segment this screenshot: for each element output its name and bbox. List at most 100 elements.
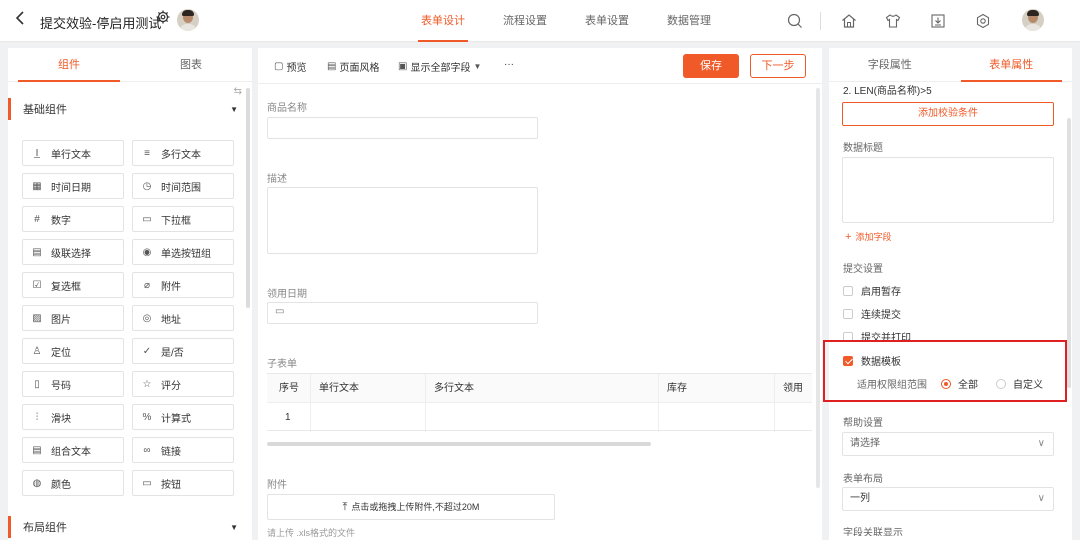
component-item[interactable]: ⌀ 附件 (132, 272, 234, 298)
form-layout-select[interactable]: 一列 ∨ (842, 487, 1054, 511)
table-header-row: 序号 单行文本 多行文本 库存 领用 (267, 374, 812, 403)
dropdown-icon: ▭ (142, 213, 152, 225)
highlight-annotation (823, 340, 1067, 402)
tab-field-properties[interactable]: 字段属性 (829, 48, 951, 81)
add-field-label: 添加字段 (855, 232, 892, 242)
more-button[interactable]: ··· (504, 59, 514, 70)
component-label: 附件 (161, 281, 181, 293)
home-icon[interactable] (840, 12, 858, 30)
add-validation-button[interactable]: 添加校验条件 (842, 102, 1054, 126)
scrollbar[interactable] (1067, 118, 1071, 388)
tab-data-management[interactable]: 数据管理 (648, 0, 730, 42)
component-item[interactable]: ▨ 图片 (22, 305, 124, 331)
subform-table: 序号 单行文本 多行文本 库存 领用 1 (267, 373, 812, 432)
caret-down-icon: ▼ (473, 62, 482, 71)
calendar-icon: ▭ (275, 306, 285, 317)
form-canvas: ▢ 预览 ▤ 页面风格 ▣ 显示全部字段 ▼ ··· 保存 下一步 商品名称 描… (258, 48, 822, 540)
button-icon: ▭ (142, 477, 152, 489)
layout-components-header[interactable]: 布局组件 ▼ (8, 516, 248, 538)
preview-label: 预览 (286, 63, 307, 74)
composite-text-icon: ▤ (32, 444, 42, 456)
component-item[interactable]: ▦ 时间日期 (22, 173, 124, 199)
help-settings-select[interactable]: 请选择 ∨ (842, 432, 1054, 456)
component-item[interactable]: ≡ 多行文本 (132, 140, 234, 166)
scrollbar[interactable] (246, 88, 250, 308)
receive-date-input[interactable]: ▭ (267, 302, 538, 324)
tab-form-properties[interactable]: 表单属性 (951, 48, 1073, 82)
option-continuous-submit[interactable]: 连续提交 (843, 306, 901, 321)
shirt-icon[interactable] (884, 12, 902, 30)
cascade-icon: ▤ (32, 246, 42, 258)
component-label: 滑块 (51, 413, 71, 425)
component-item[interactable]: ▤ 组合文本 (22, 437, 124, 463)
component-item[interactable]: ☆ 评分 (132, 371, 234, 397)
component-item[interactable]: I̲ 单行文本 (22, 140, 124, 166)
tab-form-settings[interactable]: 表单设置 (566, 0, 648, 42)
component-label: 链接 (161, 446, 181, 458)
settings-icon[interactable] (974, 12, 992, 30)
avatar[interactable] (177, 9, 199, 31)
component-item[interactable]: ▭ 按钮 (132, 470, 234, 496)
component-item[interactable]: ◷ 时间范围 (132, 173, 234, 199)
tab-charts[interactable]: 图表 (130, 48, 252, 81)
tab-form-design[interactable]: 表单设计 (402, 0, 484, 42)
preview-button[interactable]: ▢ 预览 (274, 59, 306, 74)
phone-icon: ▯ (34, 378, 40, 390)
slider-icon: ⫶ (35, 411, 39, 423)
basic-components-header[interactable]: 基础组件 ▼ (8, 98, 248, 120)
download-icon[interactable] (929, 12, 947, 30)
component-tabs: 组件 图表 (8, 48, 252, 82)
component-item[interactable]: ▭ 下拉框 (132, 206, 234, 232)
upload-area[interactable]: ⤒ 点击或拖拽上传附件,不超过20M (267, 494, 555, 520)
field-label-receive-date: 领用日期 (267, 289, 307, 300)
component-label: 下拉框 (161, 215, 191, 227)
tab-components[interactable]: 组件 (8, 48, 130, 82)
user-avatar[interactable] (1022, 9, 1044, 31)
component-item[interactable]: ▤ 级联选择 (22, 239, 124, 265)
table-cell[interactable] (659, 403, 775, 432)
component-item[interactable]: ◎ 地址 (132, 305, 234, 331)
top-tabs: 表单设计 流程设置 表单设置 数据管理 (402, 0, 730, 42)
checkbox[interactable] (843, 308, 853, 319)
table-cell[interactable] (775, 403, 812, 432)
component-item[interactable]: ⫶ 滑块 (22, 404, 124, 430)
scrollbar[interactable] (816, 88, 820, 488)
table-cell[interactable] (311, 403, 426, 432)
save-button[interactable]: 保存 (683, 54, 739, 78)
checkbox[interactable] (843, 285, 853, 296)
section-label: 布局组件 (23, 522, 67, 534)
page-style-button[interactable]: ▤ 页面风格 (327, 59, 379, 74)
gear-icon[interactable] (156, 10, 170, 27)
component-item[interactable]: ♙ 定位 (22, 338, 124, 364)
back-arrow-icon[interactable] (14, 9, 26, 30)
show-fields-dropdown[interactable]: ▣ 显示全部字段 ▼ (398, 59, 481, 74)
product-name-input[interactable] (267, 117, 538, 139)
component-label: 单行文本 (51, 149, 91, 161)
select-value: 一列 (850, 493, 870, 504)
table-cell[interactable] (426, 403, 659, 432)
component-label: 数字 (51, 215, 71, 227)
component-item[interactable]: ☑ 复选框 (22, 272, 124, 298)
checkbox-icon: ☑ (32, 279, 42, 291)
component-item[interactable]: # 数字 (22, 206, 124, 232)
horizontal-scrollbar[interactable] (267, 442, 651, 446)
component-panel: 组件 图表 ⇆ 基础组件 ▼ I̲ 单行文本 ≡ 多行文本 ▦ 时间日期 ◷ 时间范围 # 数字 ▭… (8, 48, 252, 540)
yes-no-icon: ✓ (142, 345, 152, 357)
data-title-box[interactable] (842, 157, 1054, 223)
component-item[interactable]: ✓ 是/否 (132, 338, 234, 364)
tab-flow-settings[interactable]: 流程设置 (484, 0, 566, 42)
option-enable-draft[interactable]: 启用暂存 (843, 283, 901, 298)
next-step-button[interactable]: 下一步 (750, 54, 806, 78)
collapse-icon[interactable]: ⇆ (234, 86, 242, 97)
description-textarea[interactable] (267, 187, 538, 254)
component-item[interactable]: % 计算式 (132, 404, 234, 430)
palette-icon: ◍ (32, 477, 42, 489)
add-field-button[interactable]: + 添加字段 (845, 230, 891, 243)
search-icon[interactable] (786, 12, 804, 30)
component-item[interactable]: ∞ 链接 (132, 437, 234, 463)
component-item[interactable]: ◍ 颜色 (22, 470, 124, 496)
component-item[interactable]: ◉ 单选按钮组 (132, 239, 234, 265)
component-label: 时间范围 (161, 182, 201, 194)
column-header: 领用 (783, 383, 803, 394)
component-item[interactable]: ▯ 号码 (22, 371, 124, 397)
